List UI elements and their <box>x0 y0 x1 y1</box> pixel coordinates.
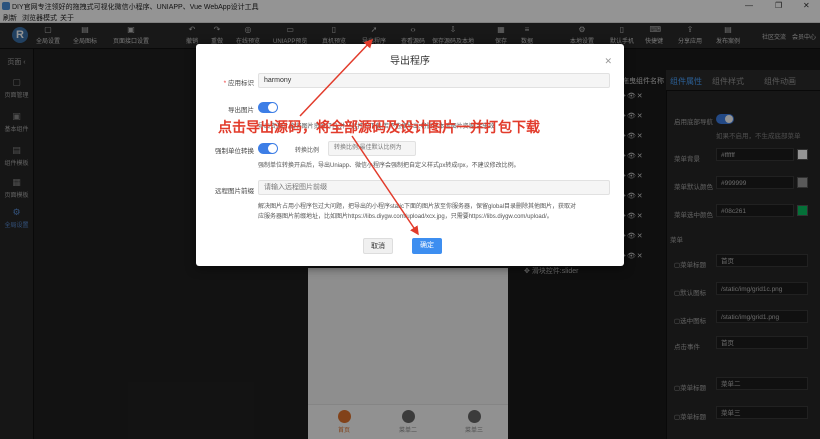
remote-prefix-label: 远程图片前缀 <box>215 188 254 195</box>
annotation-text: 点击导出源码，将全部源码及设计图片一并打包下载 <box>218 119 540 135</box>
app-id-label: * 应用标识 <box>223 80 254 87</box>
remote-prefix-input[interactable]: 请输入远程图片前缀 <box>258 180 610 195</box>
force-unit-label: 强制单位转换 <box>215 148 254 155</box>
remote-prefix-help-2: 应服务器图片前缀地址，比如图片https://libs.diygw.com/up… <box>258 214 553 220</box>
cancel-button[interactable]: 取消 <box>363 238 393 254</box>
remote-prefix-help-1: 解决图片占用小程序包过大问题，把导出的小程序static下面的图片放至你服务器，… <box>258 204 577 210</box>
confirm-button[interactable]: 确定 <box>412 238 442 254</box>
force-unit-toggle[interactable] <box>258 143 278 154</box>
close-icon[interactable]: ✕ <box>604 56 612 67</box>
export-images-label: 导出图片 <box>228 107 254 114</box>
dialog-title: 导出程序 <box>390 56 430 67</box>
export-dialog: 导出程序 ✕ * 应用标识 harmony 导出图片 导出资源时,会将图片资源打… <box>196 44 624 266</box>
ratio-input[interactable]: 转换比例,最佳默认比例为 <box>328 141 416 156</box>
force-unit-help: 强制单位转换开启后，导出Uniapp、微信小程序会强制把自定义样式px转成rpx… <box>258 163 520 169</box>
export-images-toggle[interactable] <box>258 102 278 113</box>
ratio-label: 转换比例 <box>295 148 320 154</box>
app-id-input[interactable]: harmony <box>258 73 610 88</box>
